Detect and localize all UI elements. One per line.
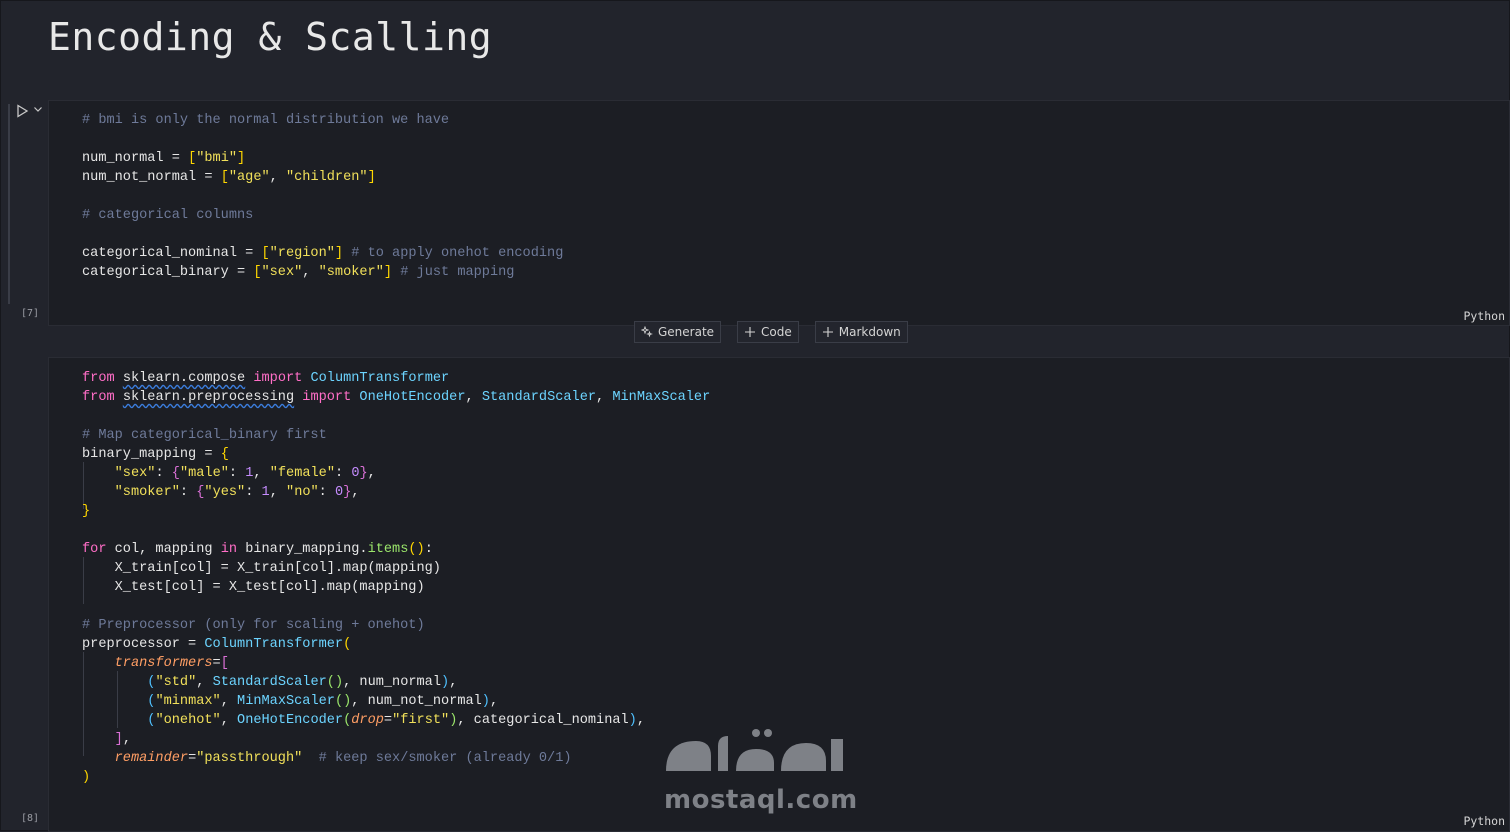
watermark-text: mostaql.com — [664, 785, 858, 815]
chevron-down-icon[interactable] — [33, 104, 43, 114]
play-icon[interactable] — [15, 104, 29, 118]
language-label[interactable]: Python — [1463, 814, 1505, 828]
language-label[interactable]: Python — [1463, 309, 1505, 323]
execution-count: [8] — [21, 813, 40, 824]
markdown-cell[interactable]: Encoding & Scalling — [48, 15, 492, 59]
notebook: Encoding & Scalling [7] # bmi is only th… — [0, 0, 1510, 832]
generate-label: Generate — [658, 325, 715, 339]
code-editor[interactable]: from sklearn.compose import ColumnTransf… — [82, 369, 710, 787]
cell-gutter: [7] — [1, 100, 47, 326]
code-label: Code — [761, 325, 792, 339]
code-editor[interactable]: # bmi is only the normal distribution we… — [82, 111, 563, 282]
cell-focus-bar — [8, 104, 10, 304]
plus-icon — [745, 327, 756, 337]
add-markdown-button[interactable]: Markdown — [814, 321, 908, 343]
markdown-label: Markdown — [838, 325, 901, 339]
mostaql-logo-icon — [666, 729, 843, 771]
code-cell[interactable]: # bmi is only the normal distribution we… — [48, 100, 1510, 326]
page-title: Encoding & Scalling — [48, 15, 493, 59]
add-code-button[interactable]: Code — [737, 321, 799, 343]
generate-button[interactable]: Generate — [634, 321, 722, 343]
cell-gutter: [8] — [1, 357, 47, 832]
insert-cell-toolbar: Generate Code Markdown — [634, 321, 908, 343]
watermark-logo: mostaql.com — [656, 721, 858, 821]
sparkle-icon — [641, 326, 653, 338]
plus-icon — [822, 327, 833, 337]
execution-count: [7] — [21, 308, 40, 319]
